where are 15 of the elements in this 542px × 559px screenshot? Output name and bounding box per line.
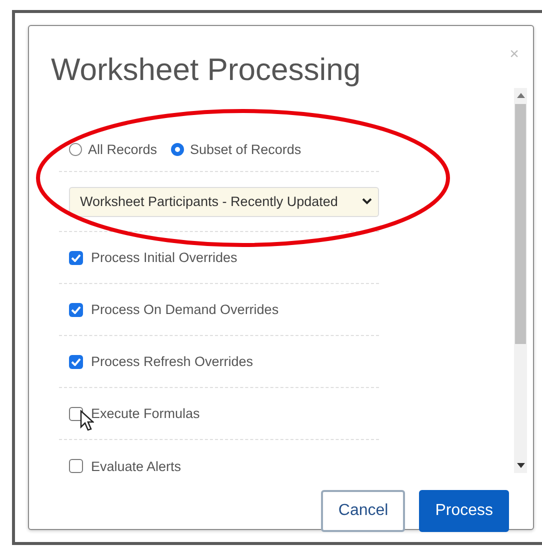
cancel-button[interactable]: Cancel xyxy=(321,490,406,532)
cursor-icon xyxy=(80,410,94,432)
radio-option[interactable]: All Records xyxy=(69,142,158,157)
scroll-down-icon[interactable] xyxy=(516,463,524,469)
subset-dropdown[interactable]: Worksheet Participants - Recently Updated xyxy=(69,186,379,216)
option-checkbox[interactable]: Process Refresh Overrides xyxy=(69,354,254,369)
scroll-up-icon[interactable] xyxy=(516,92,524,98)
option-checkbox[interactable]: Process Initial Overrides xyxy=(69,250,238,265)
scrollbar[interactable] xyxy=(514,88,527,473)
chevron-down-icon xyxy=(362,198,372,205)
option-checkbox[interactable]: Evaluate Alerts xyxy=(69,458,182,474)
option-checkbox[interactable]: Process On Demand Overrides xyxy=(69,302,279,317)
process-button[interactable]: Process xyxy=(419,490,509,532)
dialog-title: Worksheet Processing xyxy=(51,52,361,88)
radio-option[interactable]: Subset of Records xyxy=(171,142,302,157)
